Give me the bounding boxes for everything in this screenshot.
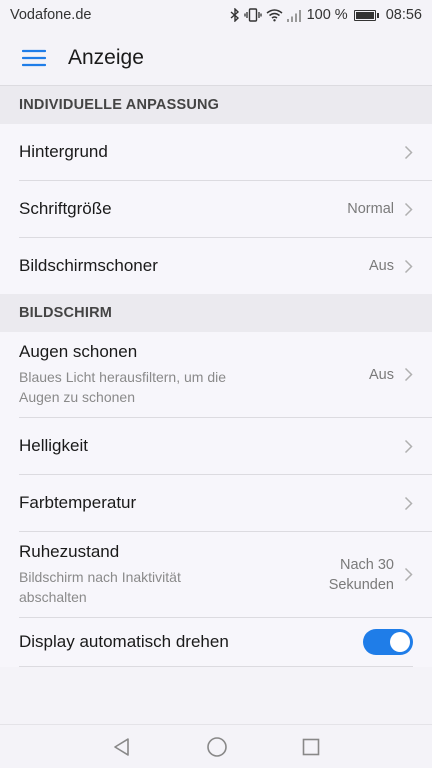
navigation-bar bbox=[0, 724, 432, 768]
chevron-right-icon bbox=[404, 202, 413, 217]
divider bbox=[19, 666, 413, 667]
chevron-right-icon bbox=[404, 259, 413, 274]
chevron-right-icon bbox=[404, 145, 413, 160]
chevron-right-icon bbox=[404, 367, 413, 382]
battery-percent: 100 % bbox=[306, 7, 348, 23]
setting-value: Aus bbox=[369, 258, 394, 274]
back-icon[interactable] bbox=[112, 737, 132, 757]
setting-label: Ruhezustand bbox=[19, 542, 120, 561]
app-bar: Anzeige bbox=[0, 30, 432, 86]
chevron-right-icon bbox=[404, 496, 413, 511]
setting-value: Aus bbox=[369, 366, 394, 383]
list-individual: Hintergrund Schriftgröße Normal Bildschi… bbox=[0, 124, 432, 294]
list-screen: Augen schonen Blaues Licht herausfiltern… bbox=[0, 332, 432, 667]
setting-label: Helligkeit bbox=[19, 436, 88, 455]
bluetooth-icon bbox=[230, 8, 240, 22]
setting-value: Nach 30 Sekunden bbox=[329, 555, 394, 595]
carrier-label: Vodafone.de bbox=[10, 7, 92, 23]
setting-label: Display automatisch drehen bbox=[19, 632, 229, 651]
recents-icon[interactable] bbox=[302, 738, 320, 756]
setting-label: Augen schonen bbox=[19, 342, 138, 361]
setting-font-size[interactable]: Schriftgröße Normal bbox=[19, 181, 432, 238]
description-line: Blaues Licht herausfiltern, um die bbox=[19, 369, 226, 385]
setting-description: Blaues Licht herausfiltern, um die Augen… bbox=[19, 367, 226, 407]
signal-icon bbox=[286, 9, 303, 22]
description-line: abschalten bbox=[19, 589, 87, 605]
hamburger-icon bbox=[22, 49, 46, 67]
setting-label: Farbtemperatur bbox=[19, 493, 137, 512]
setting-label: Bildschirmschoner bbox=[19, 256, 158, 275]
description-line: Augen zu schonen bbox=[19, 389, 135, 405]
value-line: Nach 30 bbox=[339, 556, 394, 573]
setting-eye-comfort[interactable]: Augen schonen Blaues Licht herausfiltern… bbox=[19, 332, 432, 418]
setting-color-temperature[interactable]: Farbtemperatur bbox=[19, 475, 432, 532]
status-icons: 100 % 08:56 bbox=[230, 7, 422, 23]
setting-sleep[interactable]: Ruhezustand Bildschirm nach Inaktivität … bbox=[19, 532, 432, 618]
section-header-screen: BILDSCHIRM bbox=[0, 294, 432, 332]
chevron-right-icon bbox=[404, 439, 413, 454]
setting-background[interactable]: Hintergrund bbox=[19, 124, 432, 181]
setting-screensaver[interactable]: Bildschirmschoner Aus bbox=[19, 238, 432, 294]
wifi-icon bbox=[266, 8, 283, 22]
page-title: Anzeige bbox=[68, 45, 144, 69]
setting-label: Hintergrund bbox=[19, 142, 108, 161]
setting-value: Normal bbox=[347, 201, 394, 217]
chevron-right-icon bbox=[404, 567, 413, 582]
vibrate-icon bbox=[243, 8, 262, 22]
auto-rotate-toggle[interactable] bbox=[363, 629, 413, 655]
description-line: Bildschirm nach Inaktivität bbox=[19, 569, 181, 585]
battery-icon bbox=[353, 9, 379, 21]
setting-auto-rotate: Display automatisch drehen bbox=[19, 618, 432, 666]
status-bar: Vodafone.de 100 % 08:56 bbox=[0, 0, 432, 30]
menu-button[interactable] bbox=[0, 30, 68, 85]
section-header-individual: INDIVIDUELLE ANPASSUNG bbox=[0, 86, 432, 124]
clock: 08:56 bbox=[385, 7, 422, 23]
setting-description: Bildschirm nach Inaktivität abschalten bbox=[19, 567, 181, 607]
setting-brightness[interactable]: Helligkeit bbox=[19, 418, 432, 475]
value-line: Sekunden bbox=[328, 576, 394, 593]
home-icon[interactable] bbox=[206, 736, 228, 758]
setting-label: Schriftgröße bbox=[19, 199, 112, 218]
toggle-knob bbox=[390, 632, 410, 652]
